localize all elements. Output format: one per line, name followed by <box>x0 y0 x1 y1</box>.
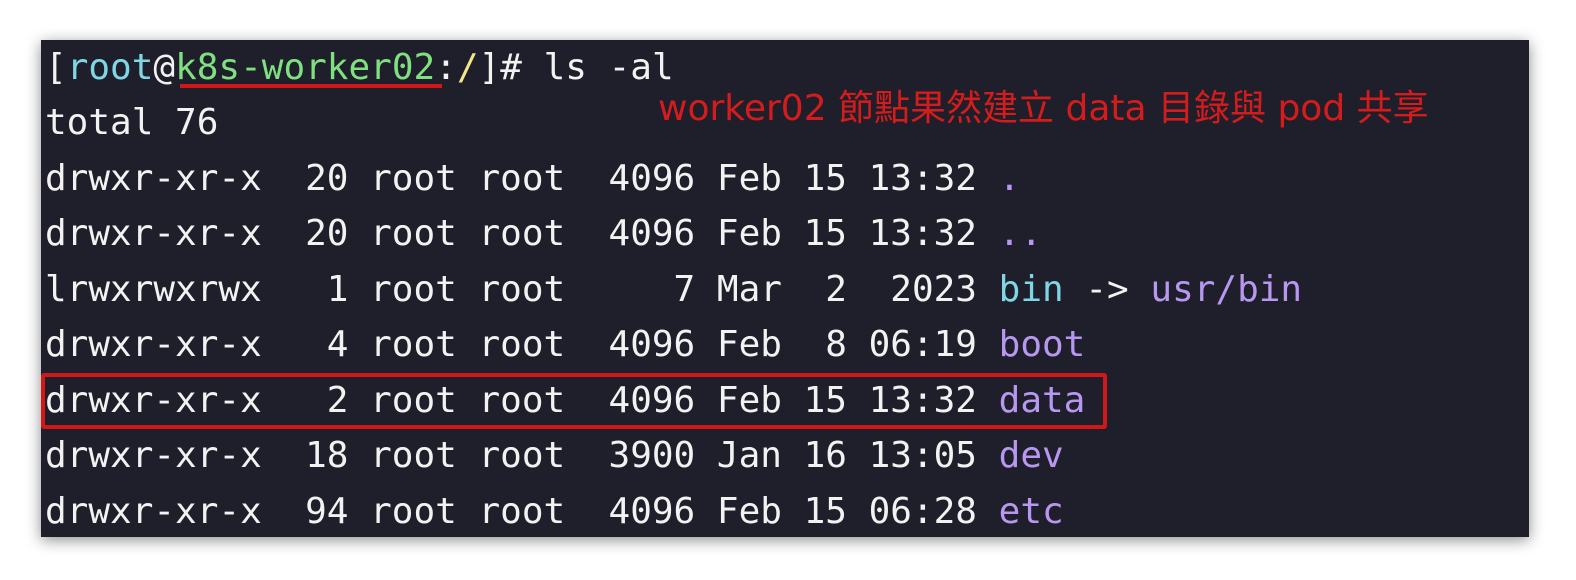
listing-name: bin <box>998 269 1064 310</box>
listing-name: etc <box>998 491 1064 532</box>
prompt-user: root <box>66 47 154 88</box>
data-row-highlight-box <box>41 373 1107 429</box>
prompt-open-bracket: [ <box>45 47 67 88</box>
listing-name: .. <box>998 213 1043 254</box>
listing-meta: drwxr-xr-x 20 root root 4096 Feb 15 13:3… <box>45 213 999 254</box>
listing-meta: drwxr-xr-x 94 root root 4096 Feb 15 06:2… <box>45 491 999 532</box>
listing-meta: drwxr-xr-x 4 root root 4096 Feb 8 06:19 <box>45 324 999 365</box>
listing-meta: drwxr-xr-x 20 root root 4096 Feb 15 13:3… <box>45 158 999 199</box>
symlink-target: usr/bin <box>1150 269 1303 310</box>
total-line: total 76 <box>45 102 219 143</box>
listing-row: drwxr-xr-x 20 root root 4096 Feb 15 13:3… <box>45 206 1042 262</box>
host-underline-annotation <box>180 84 442 88</box>
prompt-path: / <box>456 47 479 88</box>
prompt-at: @ <box>153 47 176 88</box>
listing-name: boot <box>998 324 1086 365</box>
listing-row: lrwxrwxrwx 1 root root 7 Mar 2 2023 bin … <box>45 262 1302 318</box>
terminal-window[interactable]: [root@k8s-worker02:/]# ls -al worker02 節… <box>41 40 1529 537</box>
listing-row: drwxr-xr-x 4 root root 4096 Feb 8 06:19 … <box>45 317 1085 373</box>
prompt-host: k8s-worker02 <box>175 47 436 88</box>
symlink-arrow: -> <box>1063 269 1151 310</box>
listing-meta: drwxr-xr-x 18 root root 3900 Jan 16 13:0… <box>45 435 999 476</box>
prompt-close: ]# <box>478 47 544 88</box>
command-text: ls -al <box>543 47 674 88</box>
listing-meta: lrwxrwxrwx 1 root root 7 Mar 2 2023 <box>45 269 999 310</box>
listing-name: . <box>998 158 1021 199</box>
listing-row: drwxr-xr-x 20 root root 4096 Feb 15 13:3… <box>45 151 1020 207</box>
listing-name: dev <box>998 435 1064 476</box>
listing-row: drwxr-xr-x 94 root root 4096 Feb 15 06:2… <box>45 484 1064 537</box>
listing-row: drwxr-xr-x 18 root root 3900 Jan 16 13:0… <box>45 428 1064 484</box>
prompt-colon: : <box>435 47 457 88</box>
annotation-text: worker02 節點果然建立 data 目錄與 pod 共享 <box>658 88 1429 129</box>
